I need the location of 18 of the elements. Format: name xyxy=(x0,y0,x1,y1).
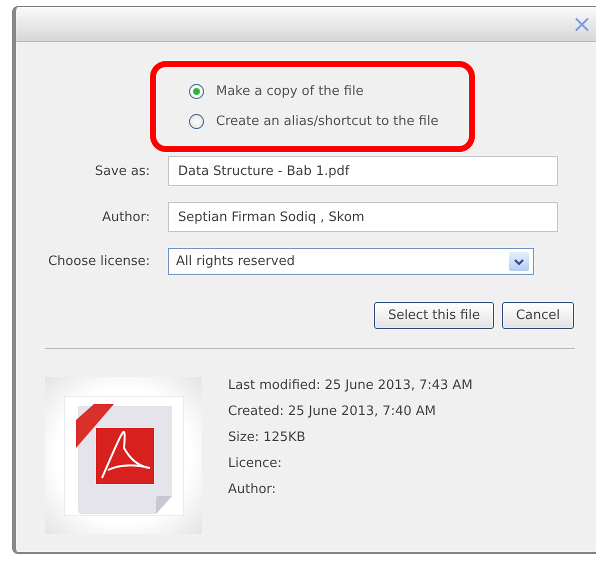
file-info-text: Created: 25 June 2013, 7:40 AM xyxy=(228,403,437,420)
file-info-text: Licence: xyxy=(228,455,283,472)
radio-button[interactable] xyxy=(189,84,204,99)
file-info-text: Author: xyxy=(228,481,277,498)
text-field[interactable]: Data Structure - Bab 1.pdf xyxy=(168,156,558,186)
pdf-file-icon xyxy=(64,396,184,516)
field-label: Choose license: xyxy=(47,254,151,269)
file-info-text: Size: 125KB xyxy=(228,429,306,446)
text-field[interactable]: Septian Firman Sodiq , Skom xyxy=(168,202,558,232)
option-label: Make a copy of the file xyxy=(216,84,364,99)
license-dropdown[interactable]: All rights reserved xyxy=(168,248,534,275)
file-info-text: Last modified: 25 June 2013, 7:43 AM xyxy=(228,377,473,394)
dialog-button[interactable]: Cancel xyxy=(502,302,574,329)
field-label: Save as: xyxy=(94,164,151,178)
radio-button[interactable] xyxy=(189,114,204,129)
dialog-button[interactable]: Select this file xyxy=(374,302,494,329)
option-label: Create an alias/shortcut to the file xyxy=(216,114,438,129)
field-label: Author: xyxy=(101,210,151,224)
